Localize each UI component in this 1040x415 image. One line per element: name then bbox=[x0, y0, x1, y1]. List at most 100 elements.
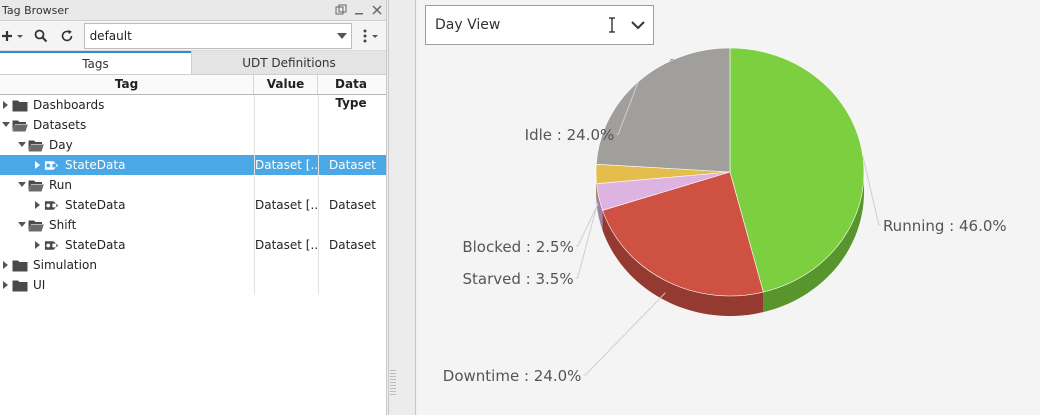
tag-value-cell bbox=[254, 275, 318, 295]
view-dropdown-value: Day View bbox=[435, 17, 501, 33]
tag-name: Dashboards bbox=[33, 98, 105, 112]
float-panel-icon[interactable] bbox=[332, 1, 350, 19]
tag-name: UI bbox=[33, 278, 46, 292]
collapse-arrow-icon[interactable] bbox=[0, 115, 12, 135]
expand-arrow-icon[interactable] bbox=[32, 195, 44, 215]
tag-browser-panel: Tag Browser default Tags UDT Definitions… bbox=[0, 0, 387, 415]
tag-tree-row[interactable]: Simulation bbox=[0, 255, 386, 275]
pie-leader-line bbox=[575, 202, 599, 279]
tag-cell: Day bbox=[0, 135, 254, 155]
tag-name: Shift bbox=[49, 218, 77, 232]
tag-table-header: Tag Value Data Type bbox=[0, 75, 386, 110]
text-cursor-icon bbox=[608, 17, 616, 37]
pie-slice-idle[interactable] bbox=[595, 48, 731, 173]
tag-cell: StateData bbox=[0, 155, 254, 175]
splitter-grip[interactable] bbox=[390, 370, 396, 396]
collapse-arrow-icon[interactable] bbox=[16, 215, 28, 235]
folder-open-icon bbox=[12, 118, 28, 132]
folder-open-icon bbox=[28, 178, 44, 192]
tag-tree-row[interactable]: Day bbox=[0, 135, 386, 155]
tag-name: StateData bbox=[65, 198, 126, 212]
tag-tree-row[interactable]: Shift bbox=[0, 215, 386, 235]
dataset-tag-icon bbox=[44, 158, 60, 172]
tag-value-cell: Dataset [... bbox=[255, 158, 318, 172]
collapse-arrow-icon[interactable] bbox=[16, 135, 28, 155]
expand-arrow-icon[interactable] bbox=[32, 155, 44, 175]
folder-icon bbox=[12, 258, 28, 272]
tag-tree-row[interactable]: Dashboards bbox=[0, 95, 386, 115]
tag-cell: Run bbox=[0, 175, 254, 195]
expand-arrow-icon[interactable] bbox=[0, 255, 12, 275]
tag-name: Datasets bbox=[33, 118, 87, 132]
tag-name: StateData bbox=[65, 158, 126, 172]
pie-label-blocked: Blocked : 2.5% bbox=[462, 238, 573, 256]
dataset-tag-icon bbox=[44, 238, 60, 252]
column-header-tag[interactable]: Tag bbox=[0, 75, 254, 94]
tag-value-cell bbox=[254, 175, 318, 195]
state-pie-chart[interactable]: State Data: Day Running : 46.0%Downtime … bbox=[417, 48, 1040, 415]
expand-arrow-icon[interactable] bbox=[32, 235, 44, 255]
tag-cell: StateData bbox=[0, 235, 254, 255]
tag-tree-row[interactable]: StateData Dataset [... Dataset bbox=[0, 195, 386, 215]
tag-datatype-cell bbox=[318, 275, 384, 295]
tag-tree-row[interactable]: StateData Dataset [... Dataset bbox=[0, 155, 386, 175]
tag-cell: Dashboards bbox=[0, 95, 254, 115]
tag-datatype-cell: Dataset bbox=[329, 198, 376, 212]
column-header-data-type[interactable]: Data Type bbox=[318, 75, 384, 110]
tag-cell: Simulation bbox=[0, 255, 254, 275]
tag-cell: StateData bbox=[0, 195, 254, 215]
chevron-down-icon bbox=[333, 32, 351, 39]
tag-value-cell bbox=[254, 115, 318, 135]
tab-udt-definitions[interactable]: UDT Definitions bbox=[191, 51, 386, 74]
tag-name: StateData bbox=[65, 238, 126, 252]
collapse-arrow-icon[interactable] bbox=[16, 175, 28, 195]
tag-tree-row[interactable]: Datasets bbox=[0, 115, 386, 135]
minimize-panel-icon[interactable] bbox=[350, 1, 368, 19]
add-tag-button[interactable] bbox=[0, 24, 28, 48]
tag-tree: Dashboards Datasets Day StateData Dataset [.… bbox=[0, 95, 386, 295]
tag-cell: Shift bbox=[0, 215, 254, 235]
tab-tags[interactable]: Tags bbox=[0, 51, 191, 74]
dataset-tag-icon bbox=[44, 198, 60, 212]
tag-datatype-cell bbox=[318, 215, 384, 235]
column-header-value[interactable]: Value bbox=[254, 75, 318, 94]
pie-leader-line bbox=[583, 292, 666, 376]
tag-tree-row[interactable]: UI bbox=[0, 275, 386, 295]
tag-browser-titlebar: Tag Browser bbox=[0, 0, 386, 21]
pie-label-downtime: Downtime : 24.0% bbox=[443, 367, 582, 385]
tag-name: Day bbox=[49, 138, 73, 152]
panel-splitter[interactable] bbox=[388, 0, 416, 415]
tag-value-cell bbox=[254, 135, 318, 155]
search-icon[interactable] bbox=[28, 24, 54, 48]
folder-icon bbox=[12, 98, 28, 112]
tag-tree-row[interactable]: Run bbox=[0, 175, 386, 195]
tag-datatype-cell bbox=[318, 135, 384, 155]
expand-arrow-icon[interactable] bbox=[0, 95, 12, 115]
close-panel-icon[interactable] bbox=[368, 1, 386, 19]
tag-datatype-cell: Dataset bbox=[329, 158, 376, 172]
tag-browser-tabs: Tags UDT Definitions bbox=[0, 51, 386, 75]
folder-open-icon bbox=[28, 218, 44, 232]
tag-value-cell bbox=[254, 95, 318, 115]
tag-value-cell: Dataset [... bbox=[255, 238, 318, 252]
tag-provider-select[interactable]: default bbox=[83, 22, 353, 49]
view-dropdown[interactable]: Day View bbox=[425, 5, 654, 45]
pie-chart-svg: Running : 46.0% Downtime : 24.0% Starved :… bbox=[443, 48, 1007, 385]
folder-icon bbox=[12, 278, 28, 292]
tag-provider-value: default bbox=[89, 28, 132, 43]
tag-datatype-cell bbox=[318, 95, 384, 115]
tag-browser-toolbar: default bbox=[0, 21, 386, 51]
pie-label-idle: Idle : 24.0% bbox=[525, 126, 615, 144]
pie-leader-line bbox=[575, 204, 599, 247]
designer-window: Tag Browser default Tags UDT Definitions… bbox=[0, 0, 1040, 415]
tag-tree-row[interactable]: StateData Dataset [... Dataset bbox=[0, 235, 386, 255]
tag-browser-title: Tag Browser bbox=[2, 3, 69, 17]
tag-datatype-cell bbox=[318, 115, 384, 135]
refresh-icon[interactable] bbox=[54, 24, 80, 48]
tag-value-cell: Dataset [... bbox=[255, 198, 318, 212]
tag-value-cell bbox=[254, 255, 318, 275]
expand-arrow-icon[interactable] bbox=[0, 275, 12, 295]
tag-datatype-cell: Dataset bbox=[329, 238, 376, 252]
more-options-button[interactable] bbox=[356, 24, 386, 48]
tag-value-cell bbox=[254, 215, 318, 235]
